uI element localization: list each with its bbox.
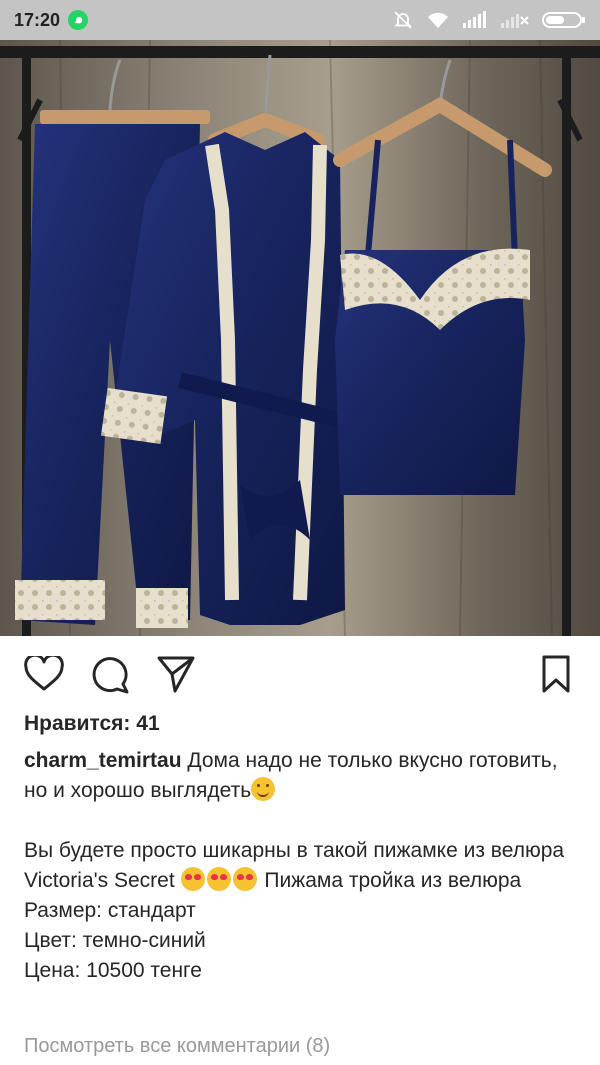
smile-emoji-icon [251, 777, 276, 801]
username-link[interactable]: charm_temirtau [24, 749, 182, 772]
caption-para2-tail: Пижама тройка из велюра [258, 869, 522, 892]
comment-icon [92, 657, 129, 694]
post-photo[interactable] [0, 40, 600, 636]
comment-button[interactable] [88, 652, 132, 696]
color-line: Цвет: темно-синий [24, 929, 206, 952]
bookmark-button[interactable] [534, 652, 578, 696]
wifi-icon [428, 12, 448, 28]
clock: 17:20 [14, 9, 61, 30]
heart-eyes-emoji-icon [206, 867, 231, 891]
status-right [392, 9, 586, 31]
status-bar: 17:20 [0, 0, 600, 40]
caption-second-paragraph: Вы будете просто шикарны в такой пижамке… [24, 836, 576, 896]
likes-count[interactable]: Нравится: 41 [24, 712, 160, 736]
post-caption: charm_temirtau Дома надо не только вкусн… [24, 746, 576, 986]
heart-eyes-emoji-icon [232, 867, 257, 891]
heart-eyes-emoji-icon [180, 867, 205, 891]
view-comments-link[interactable]: Посмотреть все комментарии (8) [24, 1035, 330, 1058]
action-bar [0, 652, 600, 702]
heart-icon [24, 656, 64, 691]
status-left: 17:20 [14, 9, 89, 31]
pajama-photo [0, 40, 600, 636]
share-button[interactable] [154, 652, 198, 696]
whatsapp-icon [68, 10, 89, 30]
bookmark-icon [542, 655, 570, 693]
size-line: Размер: стандарт [24, 899, 196, 922]
price-line: Цена: 10500 тенге [24, 959, 202, 982]
battery-icon [542, 12, 585, 28]
like-button[interactable] [22, 652, 66, 696]
caption-first-paragraph: charm_temirtau Дома надо не только вкусн… [24, 746, 576, 806]
no-signal-icon [501, 14, 529, 28]
signal-icon [463, 11, 486, 28]
share-icon [157, 656, 195, 693]
silent-icon [394, 11, 412, 29]
